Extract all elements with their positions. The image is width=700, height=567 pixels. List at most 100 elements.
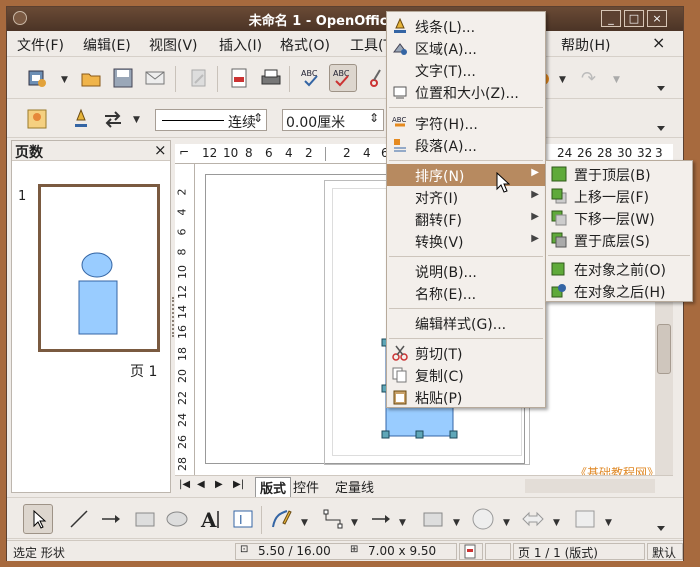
toolbar-overflow-icon[interactable] <box>655 104 667 134</box>
ruler-tick: 2 <box>175 188 189 196</box>
lines-arrows-tool-icon[interactable] <box>369 507 393 531</box>
menu-item-cut[interactable]: 剪切(T) <box>387 342 545 364</box>
ruler-tab-icon[interactable]: ⌐ <box>179 145 189 159</box>
menu-item-description[interactable]: 说明(B)... <box>387 260 545 282</box>
scrollbar-thumb[interactable] <box>657 324 671 374</box>
menu-item-copy[interactable]: 复制(C) <box>387 364 545 386</box>
document-close-icon[interactable]: × <box>652 33 665 52</box>
curve-tool-icon[interactable] <box>269 507 293 531</box>
dropdown-arrow-icon[interactable]: ▼ <box>399 518 406 528</box>
menu-edit[interactable]: 编辑(E) <box>83 35 131 55</box>
tab-layout[interactable]: 版式 <box>255 477 292 498</box>
line-tool-icon[interactable] <box>67 507 91 531</box>
cut-icon[interactable] <box>369 66 383 90</box>
slide-number: 1 <box>18 189 27 204</box>
menu-insert[interactable]: 插入(I) <box>219 35 262 55</box>
menu-item-line[interactable]: 线条(L)... <box>387 15 545 37</box>
autospellcheck-icon[interactable]: ABC <box>329 64 357 92</box>
submenu-item-send-to-back[interactable]: 置于底层(S) <box>546 229 692 251</box>
vertical-ruler[interactable]: 2 4 6 8 10 12 14 16 18 20 22 24 26 28 <box>175 164 195 483</box>
dropdown-arrow-icon[interactable]: ▼ <box>559 75 566 85</box>
menu-item-edit-style[interactable]: 编辑样式(G)... <box>387 312 545 334</box>
menu-help[interactable]: 帮助(H) <box>561 35 610 55</box>
dropdown-arrow-icon[interactable]: ▼ <box>553 518 560 528</box>
load-url-icon[interactable] <box>25 66 49 90</box>
connector-tool-icon[interactable] <box>321 507 345 531</box>
ruler-tick: 26 <box>176 435 189 449</box>
dropdown-arrow-icon[interactable]: ▼ <box>301 518 308 528</box>
submenu-item-bring-forward[interactable]: 上移一层(F) <box>546 185 692 207</box>
arrow-line-tool-icon[interactable] <box>99 507 123 531</box>
menu-item-arrange[interactable]: 排序(N) ▶ <box>387 164 545 186</box>
save-icon[interactable] <box>111 66 135 90</box>
horizontal-scrollbar[interactable] <box>525 479 655 493</box>
flowchart-tool-icon[interactable] <box>573 507 597 531</box>
toolbar-separator <box>289 66 290 92</box>
dropdown-arrow-icon[interactable]: ▼ <box>133 115 140 125</box>
dropdown-arrow-icon[interactable]: ▼ <box>61 75 68 85</box>
line-width-field[interactable]: 0.00厘米 ⇕ <box>282 109 384 131</box>
dropdown-arrow-icon[interactable]: ▼ <box>503 518 510 528</box>
dropdown-arrow-icon[interactable]: ▼ <box>613 75 620 85</box>
menu-item-position-size[interactable]: 位置和大小(Z)... <box>387 81 545 103</box>
submenu-item-behind-object[interactable]: 在对象之后(H) <box>546 280 692 302</box>
email-icon[interactable] <box>143 66 167 90</box>
menu-item-area[interactable]: 区域(A)... <box>387 37 545 59</box>
menu-item-paragraph[interactable]: 段落(A)... <box>387 134 545 156</box>
select-tool-icon[interactable] <box>23 504 53 534</box>
menu-item-flip[interactable]: 翻转(F) ▶ <box>387 208 545 230</box>
title-bar[interactable]: 未命名 1 - OpenOffice.org D _ □ × <box>7 7 683 31</box>
spellcheck-icon[interactable]: ABC <box>299 66 323 90</box>
dropdown-arrow-icon[interactable]: ▼ <box>605 518 612 528</box>
spin-stepper-icon[interactable]: ⇕ <box>369 111 379 125</box>
prev-tab-icon[interactable]: ◀ <box>197 479 205 490</box>
menu-view[interactable]: 视图(V) <box>149 35 198 55</box>
redo-icon[interactable]: ↷ <box>581 68 596 89</box>
open-icon[interactable] <box>79 66 103 90</box>
basic-shapes-tool-icon[interactable] <box>421 507 445 531</box>
menu-item-align[interactable]: 对齐(I) ▶ <box>387 186 545 208</box>
print-icon[interactable] <box>259 66 283 90</box>
line-pen-icon[interactable] <box>69 107 93 131</box>
status-style: 默认 <box>652 546 677 560</box>
ellipse-tool-icon[interactable] <box>165 507 189 531</box>
submenu-item-send-backward[interactable]: 下移一层(W) <box>546 207 692 229</box>
toolbar-overflow-icon[interactable] <box>655 64 667 94</box>
first-tab-icon[interactable]: |◀ <box>179 479 190 490</box>
paste-icon <box>392 389 408 405</box>
arrow-style-icon[interactable] <box>101 107 125 131</box>
tab-dimension-lines[interactable]: 定量线 <box>335 477 374 496</box>
fit-text-tool-icon[interactable]: I <box>231 507 255 531</box>
rectangle-tool-icon[interactable] <box>133 507 157 531</box>
menu-item-paste[interactable]: 粘贴(P) <box>387 386 545 408</box>
submenu-item-in-front-of-object[interactable]: 在对象之前(O) <box>546 258 692 280</box>
toolbar-overflow-icon[interactable] <box>655 504 667 534</box>
export-pdf-icon[interactable] <box>227 66 251 90</box>
pane-close-icon[interactable]: × <box>154 141 167 159</box>
text-tool-icon[interactable]: A <box>199 506 223 532</box>
menu-format[interactable]: 格式(O) <box>280 35 330 55</box>
last-tab-icon[interactable]: ▶| <box>233 479 244 490</box>
minimize-button[interactable]: _ <box>601 10 621 27</box>
menu-file[interactable]: 文件(F) <box>17 35 64 55</box>
symbol-shapes-tool-icon[interactable] <box>471 507 495 531</box>
menu-item-character[interactable]: ABC 字符(H)... <box>387 112 545 134</box>
styles-formatting-icon[interactable] <box>25 107 49 131</box>
menu-item-text[interactable]: 文字(T)... <box>387 59 545 81</box>
maximize-button[interactable]: □ <box>624 10 644 27</box>
doc-modified-icon[interactable] <box>459 543 483 560</box>
close-button[interactable]: × <box>647 10 667 27</box>
toolbar-separator <box>261 506 262 534</box>
dropdown-arrow-icon[interactable]: ▼ <box>453 518 460 528</box>
tab-controls[interactable]: 控件 <box>293 477 319 496</box>
dropdown-arrow-icon[interactable]: ▼ <box>351 518 358 528</box>
next-tab-icon[interactable]: ▶ <box>215 479 223 490</box>
block-arrows-tool-icon[interactable] <box>521 507 545 531</box>
line-style-select[interactable]: 连续 ⇕ <box>155 109 267 131</box>
submenu-item-bring-to-front[interactable]: 置于顶层(B) <box>546 163 692 185</box>
menu-item-name[interactable]: 名称(E)... <box>387 282 545 304</box>
page-thumbnail[interactable] <box>38 184 160 352</box>
edit-file-icon[interactable] <box>187 66 211 90</box>
menu-item-convert[interactable]: 转换(V) ▶ <box>387 230 545 252</box>
paragraph-icon <box>392 137 408 153</box>
